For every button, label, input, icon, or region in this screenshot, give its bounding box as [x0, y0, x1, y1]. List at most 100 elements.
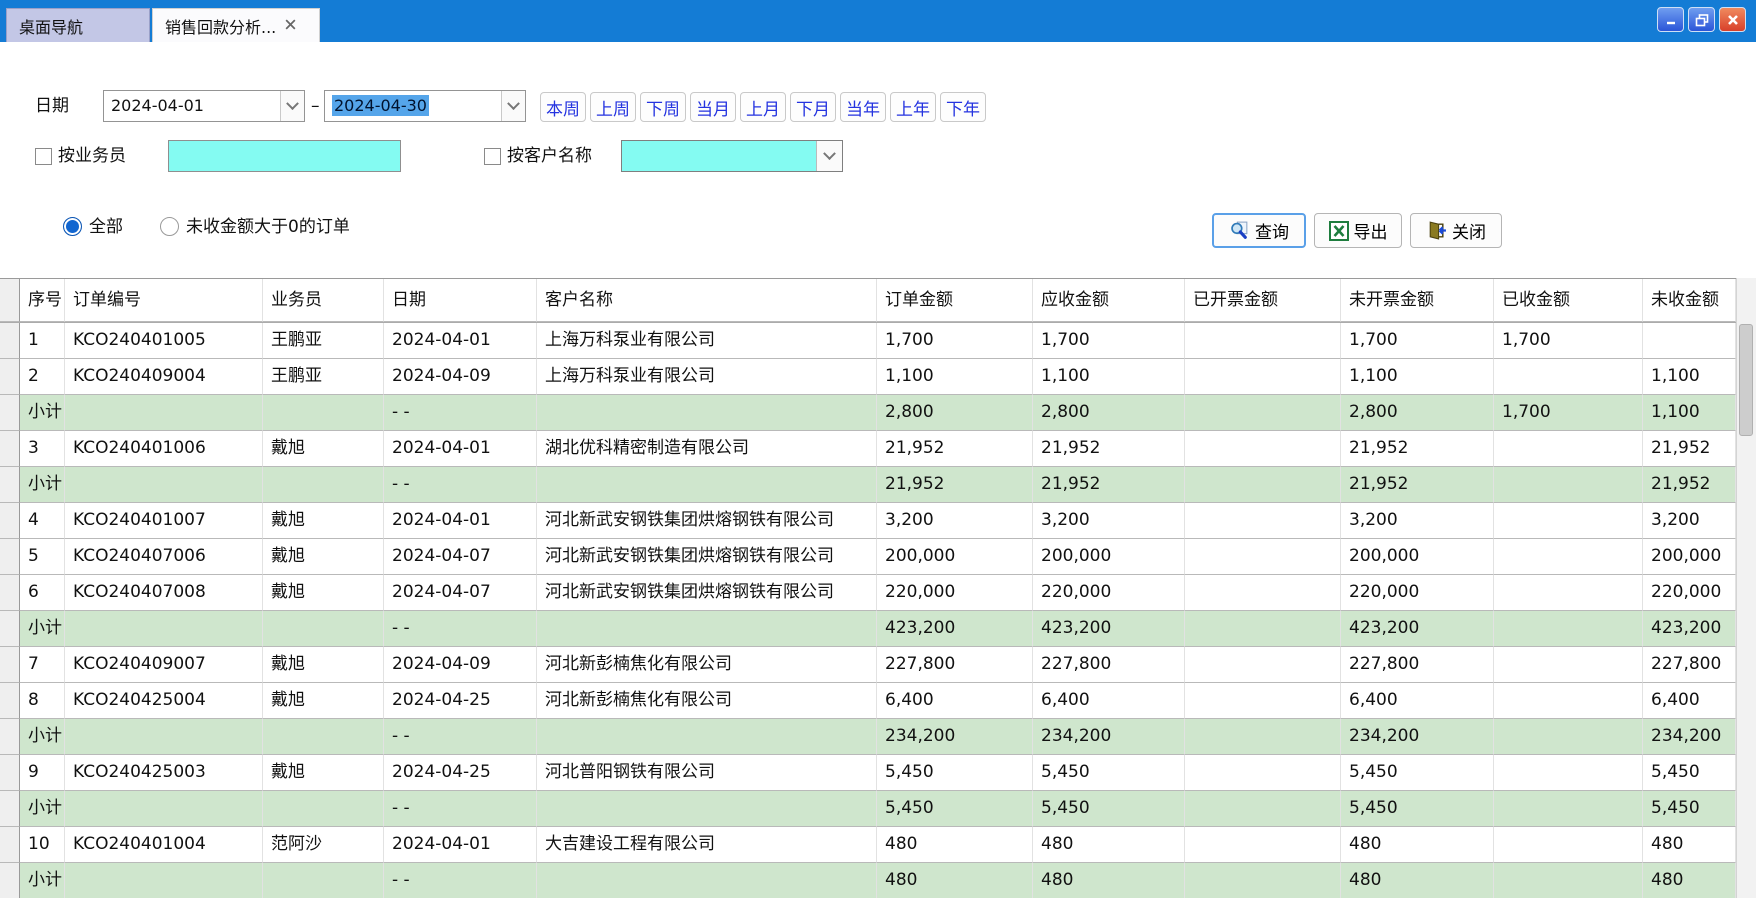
table-cell[interactable]: 2024-04-01 — [384, 431, 537, 467]
table-cell[interactable] — [1494, 647, 1643, 683]
row-selector[interactable] — [0, 647, 20, 683]
table-cell[interactable]: 234,200 — [1643, 719, 1736, 755]
table-cell[interactable]: 21,952 — [1341, 431, 1494, 467]
table-row[interactable]: 9KCO240425003戴旭2024-04-25河北普阳钢铁有限公司5,450… — [0, 755, 1736, 791]
table-cell[interactable]: 234,200 — [1341, 719, 1494, 755]
table-cell[interactable]: 480 — [877, 863, 1033, 898]
row-selector[interactable] — [0, 395, 20, 431]
subtotal-row[interactable]: 小计- -423,200423,200423,200423,200 — [0, 611, 1736, 647]
table-row[interactable]: 6KCO240407008戴旭2024-04-07河北新武安钢铁集团烘熔钢铁有限… — [0, 575, 1736, 611]
table-cell[interactable]: 5,450 — [1033, 791, 1185, 827]
table-cell[interactable] — [1185, 863, 1341, 898]
table-cell[interactable] — [65, 395, 263, 431]
table-cell[interactable]: 227,800 — [1033, 647, 1185, 683]
table-cell[interactable]: 220,000 — [877, 575, 1033, 611]
table-cell[interactable]: 上海万科泵业有限公司 — [537, 359, 877, 395]
quick-range-last-week[interactable]: 上周 — [590, 92, 636, 122]
quick-range-this-year[interactable]: 当年 — [840, 92, 886, 122]
table-row[interactable]: 7KCO240409007戴旭2024-04-09河北新彭楠焦化有限公司227,… — [0, 647, 1736, 683]
table-cell[interactable]: 戴旭 — [263, 683, 384, 719]
query-button[interactable]: 查询 — [1212, 213, 1306, 248]
table-cell[interactable] — [1494, 503, 1643, 539]
quick-range-this-week[interactable]: 本周 — [540, 92, 586, 122]
table-cell[interactable] — [1185, 791, 1341, 827]
table-cell[interactable]: 480 — [1341, 827, 1494, 863]
table-cell[interactable]: 2024-04-01 — [384, 827, 537, 863]
table-cell[interactable]: - - — [384, 863, 537, 898]
by-customer-checkbox[interactable] — [484, 148, 501, 165]
table-cell[interactable]: 小计 — [20, 395, 65, 431]
table-cell[interactable]: 200,000 — [877, 539, 1033, 575]
table-cell[interactable]: 220,000 — [1341, 575, 1494, 611]
table-row[interactable]: 3KCO240401006戴旭2024-04-01湖北优科精密制造有限公司21,… — [0, 431, 1736, 467]
table-cell[interactable]: 480 — [877, 827, 1033, 863]
table-cell[interactable] — [1494, 539, 1643, 575]
table-cell[interactable]: 河北新彭楠焦化有限公司 — [537, 683, 877, 719]
chevron-down-icon[interactable] — [280, 91, 304, 121]
chevron-down-icon[interactable] — [501, 91, 525, 121]
table-cell[interactable]: 6,400 — [877, 683, 1033, 719]
table-cell[interactable] — [65, 467, 263, 503]
row-selector[interactable] — [0, 323, 20, 359]
table-cell[interactable]: 5,450 — [877, 791, 1033, 827]
table-cell[interactable]: 5,450 — [1643, 755, 1736, 791]
row-selector[interactable] — [0, 575, 20, 611]
table-cell[interactable]: 2024-04-25 — [384, 683, 537, 719]
table-cell[interactable]: 小计 — [20, 863, 65, 898]
table-cell[interactable] — [537, 791, 877, 827]
column-header-receivable[interactable]: 应收金额 — [1033, 279, 1185, 322]
table-cell[interactable] — [65, 719, 263, 755]
row-selector[interactable] — [0, 431, 20, 467]
table-cell[interactable] — [1185, 755, 1341, 791]
table-cell[interactable]: 范阿沙 — [263, 827, 384, 863]
table-cell[interactable]: 1,100 — [877, 359, 1033, 395]
table-cell[interactable]: 6,400 — [1643, 683, 1736, 719]
subtotal-row[interactable]: 小计- -21,95221,95221,95221,952 — [0, 467, 1736, 503]
table-cell[interactable]: - - — [384, 611, 537, 647]
table-cell[interactable]: 6,400 — [1341, 683, 1494, 719]
table-cell[interactable]: 227,800 — [1643, 647, 1736, 683]
subtotal-row[interactable]: 小计- -234,200234,200234,200234,200 — [0, 719, 1736, 755]
column-header-order-amount[interactable]: 订单金额 — [877, 279, 1033, 322]
table-cell[interactable]: 2024-04-09 — [384, 647, 537, 683]
table-cell[interactable] — [65, 611, 263, 647]
table-cell[interactable] — [1185, 719, 1341, 755]
table-cell[interactable] — [1185, 827, 1341, 863]
table-cell[interactable]: 2,800 — [1341, 395, 1494, 431]
table-cell[interactable]: 2,800 — [1033, 395, 1185, 431]
table-cell[interactable]: 3,200 — [1033, 503, 1185, 539]
table-cell[interactable]: 河北新彭楠焦化有限公司 — [537, 647, 877, 683]
table-cell[interactable]: 小计 — [20, 611, 65, 647]
table-cell[interactable] — [263, 719, 384, 755]
table-cell[interactable]: 480 — [1033, 827, 1185, 863]
table-cell[interactable]: 大吉建设工程有限公司 — [537, 827, 877, 863]
table-cell[interactable]: 227,800 — [1341, 647, 1494, 683]
column-header-order-no[interactable]: 订单编号 — [65, 279, 263, 322]
table-cell[interactable]: 1,700 — [1341, 323, 1494, 359]
column-header-uninvoiced[interactable]: 未开票金额 — [1341, 279, 1494, 322]
table-cell[interactable]: 423,200 — [1643, 611, 1736, 647]
table-cell[interactable]: 480 — [1643, 863, 1736, 898]
table-cell[interactable]: 戴旭 — [263, 539, 384, 575]
table-cell[interactable]: 5 — [20, 539, 65, 575]
table-cell[interactable] — [1494, 611, 1643, 647]
table-cell[interactable]: 3 — [20, 431, 65, 467]
table-cell[interactable]: 480 — [1643, 827, 1736, 863]
subtotal-row[interactable]: 小计- -5,4505,4505,4505,450 — [0, 791, 1736, 827]
column-header-salesperson[interactable]: 业务员 — [263, 279, 384, 322]
table-cell[interactable]: - - — [384, 395, 537, 431]
table-cell[interactable]: KCO240409007 — [65, 647, 263, 683]
minimize-icon[interactable] — [1657, 7, 1684, 32]
table-cell[interactable]: 3,200 — [1643, 503, 1736, 539]
table-cell[interactable]: 湖北优科精密制造有限公司 — [537, 431, 877, 467]
table-cell[interactable] — [1185, 683, 1341, 719]
table-cell[interactable]: - - — [384, 791, 537, 827]
table-cell[interactable]: 220,000 — [1033, 575, 1185, 611]
tab-sales-payment-analysis[interactable]: 销售回款分析... — [152, 8, 320, 42]
table-cell[interactable]: 21,952 — [1033, 467, 1185, 503]
row-selector[interactable] — [0, 539, 20, 575]
table-row[interactable]: 10KCO240401004范阿沙2024-04-01大吉建设工程有限公司480… — [0, 827, 1736, 863]
table-cell[interactable]: - - — [384, 719, 537, 755]
table-cell[interactable]: 6,400 — [1033, 683, 1185, 719]
row-selector[interactable] — [0, 467, 20, 503]
